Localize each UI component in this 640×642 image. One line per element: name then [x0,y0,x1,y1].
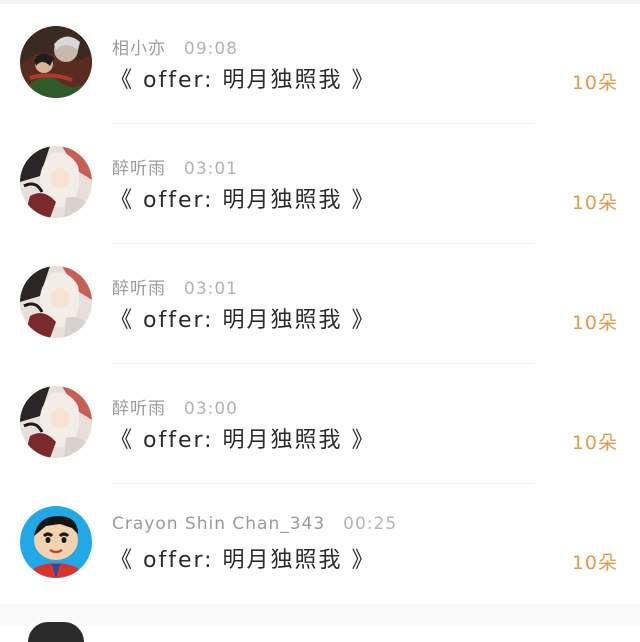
sender-name[interactable]: 醉听雨 [112,159,166,179]
white-hair-anime-avatar-icon[interactable] [20,146,92,218]
item-meta: 醉听雨 03:01 [112,154,238,179]
sender-name[interactable]: 醉听雨 [112,399,166,419]
gift-count: 10朵 [571,312,618,334]
white-hair-anime-avatar-icon[interactable] [20,266,92,338]
next-avatar-icon[interactable] [28,622,84,642]
gift-count: 10朵 [571,552,618,574]
send-time: 03:01 [184,279,238,299]
dark-anime-art-avatar-icon[interactable] [20,26,92,98]
gift-record-list: 相小亦 09:08 《 offer: 明月独照我 》 10朵 醉听雨 03:01 《… [0,4,640,604]
list-item[interactable]: 醉听雨 03:00 《 offer: 明月独照我 》 10朵 [0,364,640,484]
item-meta: 相小亦 09:08 [112,34,238,59]
item-meta: Crayon Shin Chan_343 00:25 [112,514,397,534]
gift-count: 10朵 [571,432,618,454]
gift-title: 《 offer: 明月独照我 》 [110,428,376,453]
bottom-edge [0,604,640,626]
send-time: 03:01 [184,159,238,179]
sender-name[interactable]: 相小亦 [112,39,166,59]
white-hair-anime-avatar-icon[interactable] [20,386,92,458]
gift-count: 10朵 [571,192,618,214]
sender-name[interactable]: 醉听雨 [112,279,166,299]
list-item[interactable]: 相小亦 09:08 《 offer: 明月独照我 》 10朵 [0,4,640,124]
list-item[interactable]: 醉听雨 03:01 《 offer: 明月独照我 》 10朵 [0,124,640,244]
send-time: 09:08 [184,39,238,59]
item-meta: 醉听雨 03:00 [112,394,238,419]
gift-title: 《 offer: 明月独照我 》 [110,548,376,573]
gift-title: 《 offer: 明月独照我 》 [110,308,376,333]
send-time: 00:25 [343,514,398,534]
sender-name[interactable]: Crayon Shin Chan_343 [112,514,325,534]
list-item[interactable]: 醉听雨 03:01 《 offer: 明月独照我 》 10朵 [0,244,640,364]
list-item[interactable]: Crayon Shin Chan_343 00:25 《 offer: 明月独照我… [0,484,640,604]
gift-count: 10朵 [571,72,618,94]
gift-title: 《 offer: 明月独照我 》 [110,68,376,93]
crayon-shin-chan-avatar-icon[interactable] [20,506,92,578]
send-time: 03:00 [184,399,238,419]
item-meta: 醉听雨 03:01 [112,274,238,299]
gift-title: 《 offer: 明月独照我 》 [110,188,376,213]
